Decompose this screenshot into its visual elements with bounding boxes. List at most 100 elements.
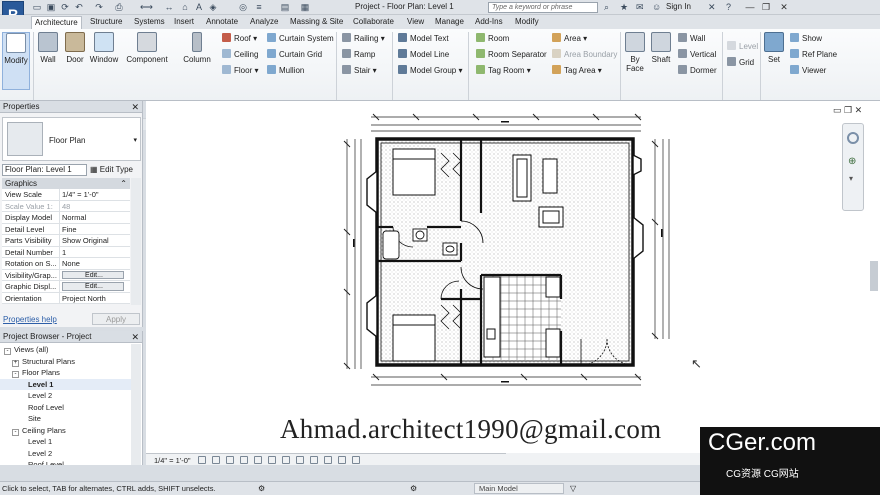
communication-icon[interactable]: ✉ — [636, 2, 644, 12]
chevron-down-icon[interactable]: ▾ — [133, 136, 137, 144]
graphic-display-edit-button[interactable]: Edit... — [62, 282, 124, 291]
stair-button[interactable]: Stair ▾ — [342, 65, 377, 75]
tag-area-button[interactable]: Tag Area ▾ — [552, 65, 602, 75]
save-icon[interactable]: ▣ — [46, 2, 56, 12]
mullion-button[interactable]: Mullion — [267, 65, 304, 75]
ceiling-button[interactable]: Ceiling — [222, 49, 258, 59]
tab-structure[interactable]: Structure — [87, 16, 125, 29]
collapse-icon[interactable]: - — [12, 428, 19, 436]
floor-button[interactable]: Floor ▾ — [222, 65, 258, 75]
group-header-graphics[interactable]: Graphics ⌃ — [2, 178, 130, 189]
exchange-apps-icon[interactable]: ✕ — [708, 2, 716, 12]
tab-view[interactable]: View — [404, 16, 427, 29]
browser-node[interactable]: Roof Level — [0, 402, 132, 414]
tab-manage[interactable]: Manage — [432, 16, 467, 29]
properties-help-link[interactable]: Properties help — [3, 315, 57, 324]
switch-windows-icon[interactable]: ▦ — [300, 2, 310, 12]
minimize-button[interactable]: — — [742, 1, 758, 13]
text-icon[interactable]: A — [194, 2, 204, 12]
highlight-displacement-icon[interactable] — [352, 456, 360, 464]
properties-scrollbar[interactable] — [131, 178, 141, 305]
property-row[interactable]: Orientation Project North — [2, 292, 130, 304]
tag-room-button[interactable]: Tag Room ▾ — [476, 65, 531, 75]
expand-icon[interactable]: + — [12, 359, 19, 367]
unlock-3d-icon[interactable] — [282, 456, 290, 464]
visibility-edit-button[interactable]: Edit... — [62, 270, 124, 279]
tab-systems[interactable]: Systems — [131, 16, 168, 29]
3d-view-icon[interactable]: ◈ — [208, 2, 218, 12]
print-icon[interactable]: ⎙ — [114, 2, 124, 12]
search-input[interactable]: Type a keyword or phrase — [488, 2, 598, 13]
by-face-button[interactable]: By Face — [624, 32, 646, 73]
detail-level-icon[interactable] — [198, 456, 206, 464]
browser-node[interactable]: Level 2 — [0, 448, 132, 460]
curtain-system-button[interactable]: Curtain System — [267, 33, 334, 43]
help-icon[interactable]: ? — [726, 2, 731, 12]
visual-style-icon[interactable] — [212, 456, 220, 464]
component-button[interactable]: Component — [125, 32, 169, 64]
shaft-button[interactable]: Shaft — [650, 32, 672, 64]
area-button[interactable]: Area ▾ — [552, 33, 587, 43]
instance-filter-select[interactable]: Floor Plan: Level 1 — [2, 164, 87, 176]
collapse-icon[interactable]: - — [12, 371, 19, 378]
steering-wheel-icon[interactable] — [847, 132, 859, 144]
property-row[interactable]: Display Model Normal — [2, 212, 130, 224]
redo-icon[interactable]: ↷ — [94, 2, 104, 12]
nav-chevron-down-icon[interactable]: ▾ — [849, 174, 853, 183]
tag-icon[interactable]: ⌂ — [180, 2, 190, 12]
set-button[interactable]: Set — [763, 32, 785, 64]
filter-icon[interactable]: ▽ — [570, 484, 576, 493]
ref-plane-button[interactable]: Ref Plane — [790, 49, 837, 59]
view-window-controls[interactable]: ▭ ❐ ✕ — [833, 105, 862, 116]
collapse-icon[interactable]: - — [4, 348, 11, 355]
tab-analyze[interactable]: Analyze — [247, 16, 281, 29]
show-button[interactable]: Show — [790, 33, 822, 43]
close-icon[interactable]: ✕ — [131, 331, 139, 343]
close-hidden-icon[interactable]: ▤ — [280, 2, 290, 12]
modify-button[interactable]: Modify — [2, 32, 30, 90]
room-button[interactable]: Room — [476, 33, 509, 43]
browser-node[interactable]: Level 1 — [0, 436, 132, 448]
property-row[interactable]: Detail Number 1 — [2, 246, 130, 258]
section-icon[interactable]: ◎ — [238, 2, 248, 12]
sun-path-icon[interactable] — [226, 456, 234, 464]
roof-button[interactable]: Roof ▾ — [222, 33, 257, 43]
measure-icon[interactable]: ⟷ — [140, 2, 153, 12]
wall-button[interactable]: Wall — [36, 32, 60, 64]
close-icon[interactable]: ✕ — [131, 101, 139, 113]
analytical-model-icon[interactable] — [338, 456, 346, 464]
edit-type-button[interactable]: ▦ Edit Type — [90, 164, 133, 176]
maximize-button[interactable]: ❐ — [758, 1, 774, 13]
design-options-icon[interactable]: ⚙ — [410, 484, 417, 493]
window-button[interactable]: Window — [89, 32, 119, 64]
ramp-button[interactable]: Ramp — [342, 49, 375, 59]
apply-button[interactable]: Apply — [92, 313, 140, 325]
browser-node[interactable]: + Structural Plans — [0, 356, 132, 368]
curtain-grid-button[interactable]: Curtain Grid — [267, 49, 322, 59]
browser-node[interactable]: - Ceiling Plans — [0, 425, 132, 437]
property-row[interactable]: Parts Visibility Show Original — [2, 235, 130, 247]
floor-plan-drawing[interactable] — [341, 109, 681, 394]
browser-node[interactable]: Site — [0, 413, 132, 425]
zoom-icon[interactable]: ⊕ — [848, 156, 856, 167]
tab-annotate[interactable]: Annotate — [203, 16, 241, 29]
vertical-opening-button[interactable]: Vertical — [678, 49, 716, 59]
browser-node[interactable]: - Floor Plans — [0, 367, 132, 379]
browser-scrollbar[interactable] — [131, 344, 141, 466]
close-button[interactable]: ✕ — [776, 1, 792, 13]
reveal-hidden-icon[interactable] — [310, 456, 318, 464]
undo-icon[interactable]: ↶ — [74, 2, 84, 12]
tab-collaborate[interactable]: Collaborate — [350, 16, 397, 29]
worksharing-icon[interactable] — [324, 456, 332, 464]
view-scale-button[interactable]: 1/4" = 1'-0" — [154, 456, 191, 465]
thin-lines-icon[interactable]: ≡ — [254, 2, 264, 12]
search-icon[interactable]: ⌕ — [604, 2, 609, 12]
wall-opening-button[interactable]: Wall — [678, 33, 705, 43]
property-row[interactable]: Visibility/Grap... Edit... — [2, 269, 130, 281]
grid-button[interactable]: Grid — [727, 57, 754, 67]
tab-add-ins[interactable]: Add-Ins — [472, 16, 506, 29]
sign-in-link[interactable]: Sign In — [666, 2, 691, 11]
room-separator-button[interactable]: Room Separator — [476, 49, 547, 59]
railing-button[interactable]: Railing ▾ — [342, 33, 385, 43]
tab-insert[interactable]: Insert — [171, 16, 197, 29]
